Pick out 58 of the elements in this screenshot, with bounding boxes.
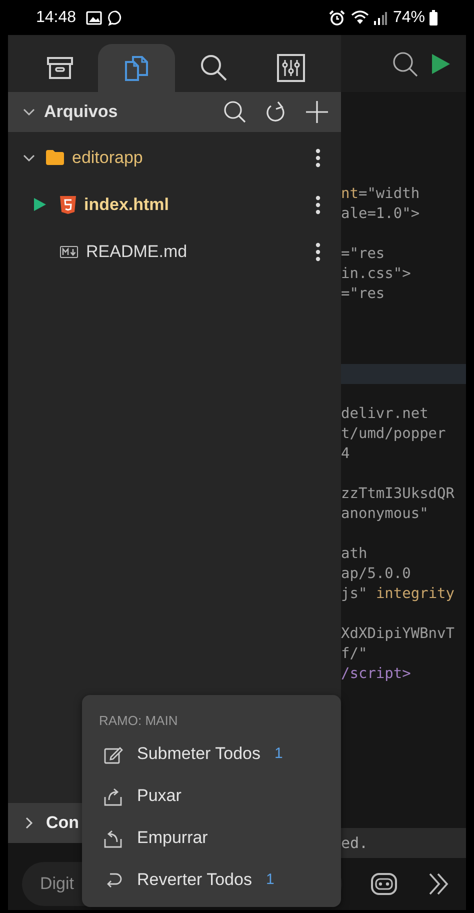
menu-item[interactable]: Empurrar	[82, 817, 341, 859]
code-line: anonymous"	[341, 505, 430, 524]
alarm-icon	[328, 10, 345, 26]
code-line: ="res	[341, 245, 386, 264]
plus-icon[interactable]	[305, 100, 329, 124]
section-title: Con	[46, 812, 80, 834]
more-options-icon[interactable]	[315, 194, 321, 214]
folder-icon	[46, 150, 64, 165]
code-line: ="res	[341, 285, 386, 304]
code-line: /script>	[341, 665, 412, 684]
code-line: ap/5.0.0	[341, 565, 412, 584]
more-options-icon[interactable]	[315, 148, 321, 168]
section-title: Arquivos	[44, 101, 118, 124]
wifi-icon	[350, 10, 369, 25]
code-line: f/"	[341, 645, 368, 664]
push-icon	[104, 828, 123, 848]
code-line: in.css">	[341, 265, 412, 284]
refresh-icon[interactable]	[265, 100, 287, 124]
code-line: ath	[341, 545, 368, 564]
more-options-icon[interactable]	[315, 242, 321, 262]
menu-item[interactable]: Puxar	[82, 775, 341, 817]
editor-message: ed.	[341, 828, 466, 858]
menu-item[interactable]: Reverter Todos 1	[82, 859, 341, 901]
robot-icon[interactable]	[370, 871, 398, 897]
file-name: index.html	[84, 194, 170, 216]
code-line: XdXDipiYWBnvT	[341, 625, 456, 644]
play-icon[interactable]	[432, 54, 450, 74]
code-line: delivr.net	[341, 405, 430, 424]
battery-level: 74%	[392, 8, 425, 28]
battery-icon	[429, 10, 438, 26]
count-label: 1	[274, 744, 283, 764]
edit-icon	[104, 744, 123, 764]
tree-row[interactable]: index.html	[8, 181, 341, 228]
menu-title: RAMO: MAIN	[98, 712, 178, 730]
signal-icon	[372, 10, 387, 24]
code-line: nt="width	[341, 185, 421, 204]
tree-row[interactable]: editorapp	[8, 134, 341, 181]
file-name: README.md	[86, 240, 188, 263]
double-chevron-icon[interactable]	[428, 872, 450, 896]
sidebar-tab[interactable]	[98, 44, 175, 92]
file-name: editorapp	[72, 146, 143, 169]
search-icon[interactable]	[392, 50, 418, 76]
sliders-icon	[276, 53, 306, 83]
markdown-icon	[60, 246, 78, 258]
count-label: 1	[266, 870, 274, 890]
gallery-icon	[86, 10, 102, 24]
pull-icon	[104, 786, 123, 806]
tree-row[interactable]: README.md	[8, 228, 341, 275]
code-line: 4	[341, 445, 351, 464]
search-icon	[198, 53, 228, 83]
status-time: 14:48	[36, 8, 76, 28]
code-line: t/umd/popper	[341, 425, 447, 444]
html5-shield-icon	[60, 196, 76, 214]
menu-item[interactable]: Submeter Todos 1	[82, 733, 341, 775]
code-line: zzTtmI3UksdQR	[341, 485, 456, 504]
code-line: js" integrity	[341, 585, 456, 604]
search-icon[interactable]	[223, 100, 247, 124]
code-line: ale=1.0">	[341, 205, 421, 224]
